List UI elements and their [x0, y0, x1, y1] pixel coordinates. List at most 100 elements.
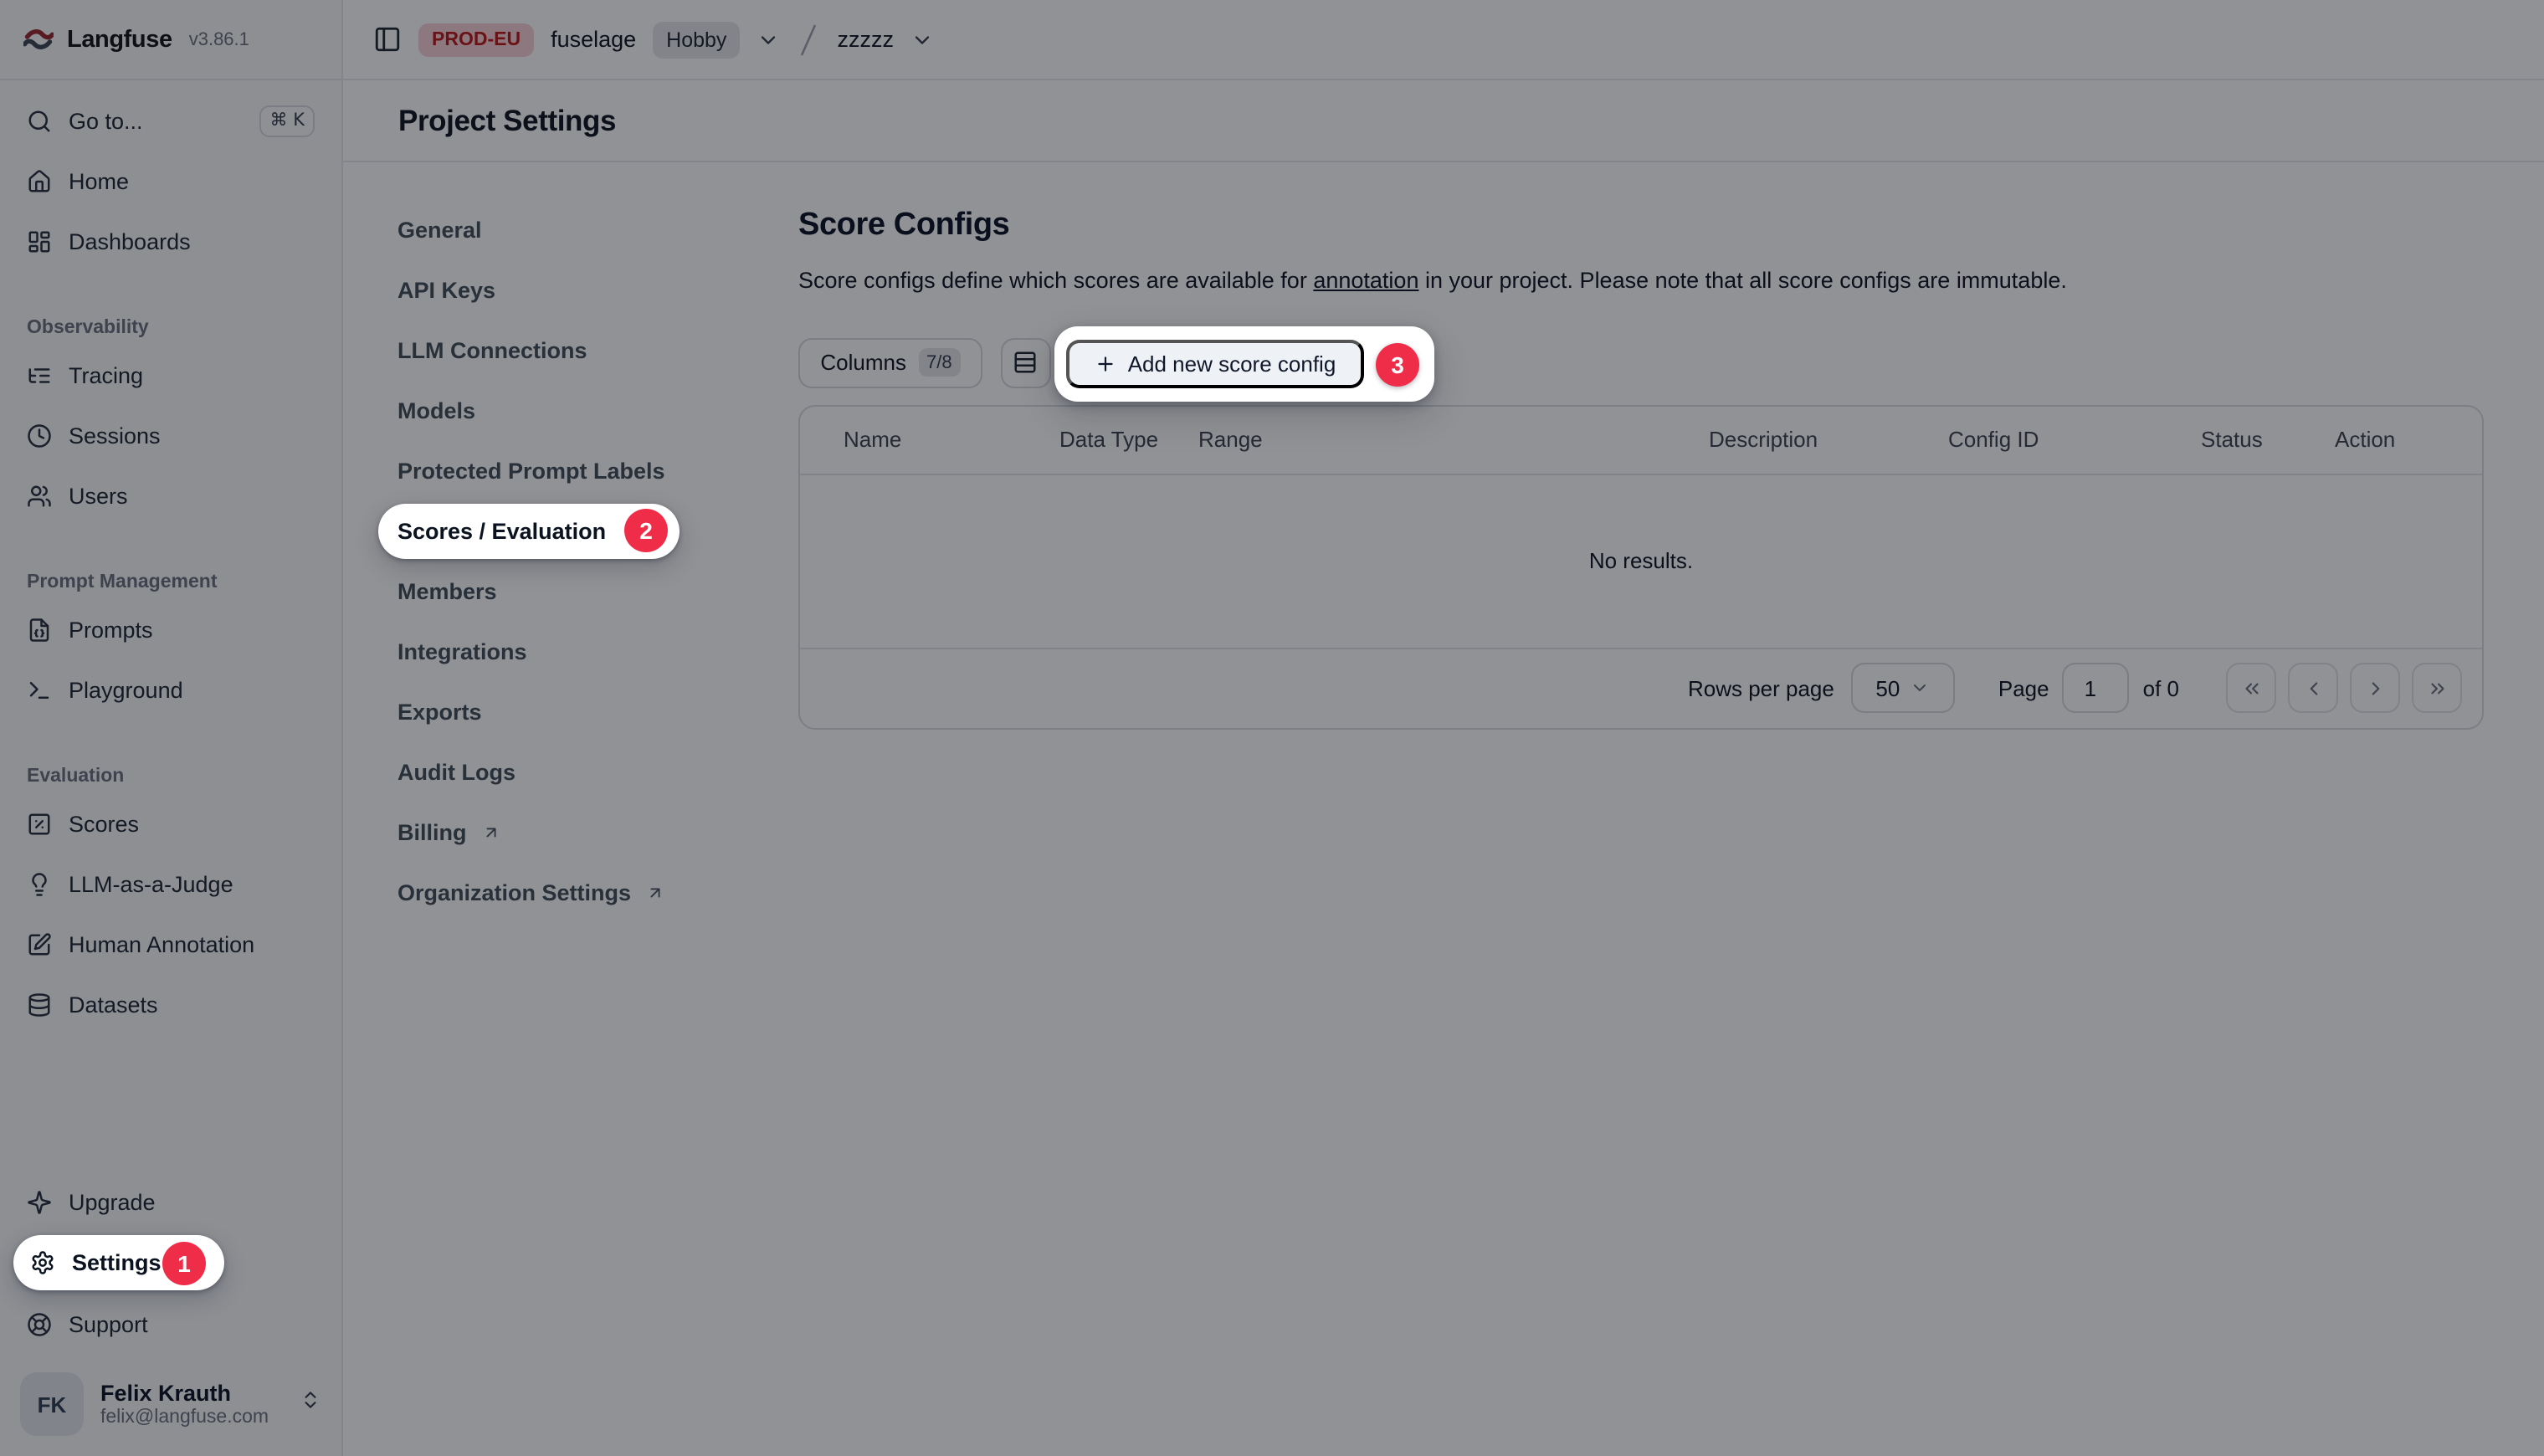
square-pen-icon	[27, 932, 52, 957]
org-name[interactable]: fuselage	[551, 27, 636, 52]
settings-nav-billing[interactable]: Billing	[378, 813, 680, 850]
sidebar-item-label: Sessions	[69, 423, 161, 449]
settings-nav-organization-settings[interactable]: Organization Settings	[378, 874, 680, 910]
first-page-button[interactable]	[2226, 664, 2276, 714]
section-heading: Score Configs	[798, 208, 1009, 244]
settings-nav-llm-connections[interactable]: LLM Connections	[378, 331, 680, 368]
rows-per-page-value: 50	[1875, 676, 1900, 701]
chevron-right-icon	[2364, 678, 2386, 700]
annotation-link[interactable]: annotation	[1313, 268, 1418, 293]
user-email: felix@langfuse.com	[100, 1407, 269, 1428]
goto-label: Go to...	[69, 109, 143, 134]
step-badge-1: 1	[162, 1241, 206, 1284]
arrow-up-right-icon	[646, 883, 664, 901]
settings-nav-audit-logs[interactable]: Audit Logs	[378, 753, 680, 790]
sidebar-item-label: Home	[69, 169, 129, 194]
rows-per-page-label: Rows per page	[1688, 676, 1834, 701]
columns-button[interactable]: Columns 7/8	[798, 337, 982, 387]
sidebar-item-settings[interactable]: Settings 1	[13, 1235, 224, 1290]
settings-nav-general[interactable]: General	[378, 211, 680, 248]
columns-label: Columns	[820, 350, 906, 375]
pager-buttons	[2226, 664, 2462, 714]
chevrons-right-icon	[2426, 678, 2448, 700]
sidebar-item-dashboards[interactable]: Dashboards	[13, 218, 328, 266]
sidebar-item-label: Datasets	[69, 992, 158, 1018]
section-title-evaluation: Evaluation	[13, 763, 328, 790]
sidebar-item-sessions[interactable]: Sessions	[13, 412, 328, 460]
row-height-button[interactable]	[1000, 337, 1050, 387]
sidebar-item-playground[interactable]: Playground	[13, 666, 328, 715]
table-header-row: Name Data Type Range Description Config …	[800, 406, 2482, 474]
table-body: No results.	[800, 474, 2482, 649]
breadcrumb-slash	[797, 18, 820, 61]
user-menu[interactable]: FK Felix Krauth felix@langfuse.com	[13, 1372, 328, 1436]
sidebar-item-upgrade[interactable]: Upgrade	[13, 1178, 328, 1227]
square-percent-icon	[27, 812, 52, 837]
settings-nav-label: General	[398, 217, 482, 242]
settings-nav-models[interactable]: Models	[378, 392, 680, 428]
project-name[interactable]: zzzzz	[837, 27, 894, 52]
sidebar-nav: Go to... ⌘ K Home Dashboards Observabili…	[0, 80, 341, 1456]
sidebar-item-label: LLM-as-a-Judge	[69, 872, 233, 897]
settings-nav-label: Models	[398, 397, 475, 423]
org-switcher[interactable]	[757, 28, 780, 51]
prev-page-button[interactable]	[2288, 664, 2338, 714]
page-title: Project Settings	[398, 103, 616, 138]
page-header: Project Settings	[343, 80, 2544, 162]
terminal-icon	[27, 678, 52, 703]
next-page-button[interactable]	[2350, 664, 2400, 714]
score-configs-table-card: Name Data Type Range Description Config …	[798, 404, 2484, 730]
settings-nav-protected-prompt-labels[interactable]: Protected Prompt Labels	[378, 452, 680, 489]
chevron-down-icon	[757, 28, 780, 51]
section-title-observability: Observability	[13, 315, 328, 341]
settings-nav-api-keys[interactable]: API Keys	[378, 271, 680, 308]
chevron-down-icon	[1910, 679, 1930, 699]
settings-nav-integrations[interactable]: Integrations	[378, 633, 680, 669]
house-icon	[27, 169, 52, 194]
env-badge: PROD-EU	[418, 23, 534, 56]
user-name: Felix Krauth	[100, 1381, 269, 1406]
sidebar-item-human-annotation[interactable]: Human Annotation	[13, 920, 328, 969]
add-button-label: Add new score config	[1128, 351, 1336, 377]
avatar: FK	[20, 1372, 84, 1436]
settings-nav: General API Keys LLM Connections Models …	[378, 211, 696, 934]
sidebar-toggle-button[interactable]	[373, 25, 402, 54]
sidebar-item-home[interactable]: Home	[13, 157, 328, 206]
settings-nav-label: Integrations	[398, 638, 527, 664]
settings-nav-label: Members	[398, 578, 497, 603]
settings-nav-members[interactable]: Members	[378, 572, 680, 609]
file-json-icon	[27, 618, 52, 643]
page-count-label: of 0	[2143, 676, 2179, 701]
sidebar-item-scores[interactable]: Scores	[13, 800, 328, 848]
rows-per-page-select[interactable]: 50	[1851, 664, 1955, 714]
sidebar-item-label: Human Annotation	[69, 932, 254, 957]
sidebar-item-prompts[interactable]: Prompts	[13, 606, 328, 654]
sidebar-item-llm-as-a-judge[interactable]: LLM-as-a-Judge	[13, 860, 328, 909]
sidebar-item-label: Users	[69, 484, 128, 509]
settings-nav-exports[interactable]: Exports	[378, 693, 680, 730]
sidebar-item-support[interactable]: Support	[13, 1300, 328, 1349]
sidebar-item-label: Upgrade	[69, 1190, 156, 1215]
sidebar-item-tracing[interactable]: Tracing	[13, 351, 328, 400]
columns-count-badge: 7/8	[918, 348, 961, 377]
table-toolbar: Columns 7/8 Add new score config 3	[798, 326, 2484, 402]
project-switcher[interactable]	[910, 28, 934, 51]
page-label: Page	[1998, 676, 2049, 701]
settings-nav-label: Protected Prompt Labels	[398, 458, 665, 483]
section-description: Score configs define which scores are av…	[798, 268, 2067, 293]
sidebar-item-datasets[interactable]: Datasets	[13, 981, 328, 1029]
settings-nav-label: API Keys	[398, 277, 495, 302]
add-score-config-button[interactable]: Add new score config	[1066, 340, 1364, 389]
gear-icon	[30, 1250, 55, 1275]
sidebar-item-label: Tracing	[69, 363, 143, 388]
sidebar-bottom: Upgrade Settings 1 Support FK Felix Krau…	[13, 1178, 328, 1436]
app-version: v3.86.1	[189, 29, 249, 49]
last-page-button[interactable]	[2412, 664, 2462, 714]
column-header-action: Action	[2335, 427, 2462, 452]
goto-search[interactable]: Go to... ⌘ K	[13, 97, 328, 146]
settings-nav-scores-evaluation[interactable]: Scores / Evaluation 2	[378, 503, 680, 558]
plan-badge: Hobby	[653, 21, 740, 58]
page-number-input[interactable]	[2063, 664, 2130, 714]
sidebar-item-users[interactable]: Users	[13, 472, 328, 520]
step-badge-3: 3	[1376, 342, 1419, 386]
